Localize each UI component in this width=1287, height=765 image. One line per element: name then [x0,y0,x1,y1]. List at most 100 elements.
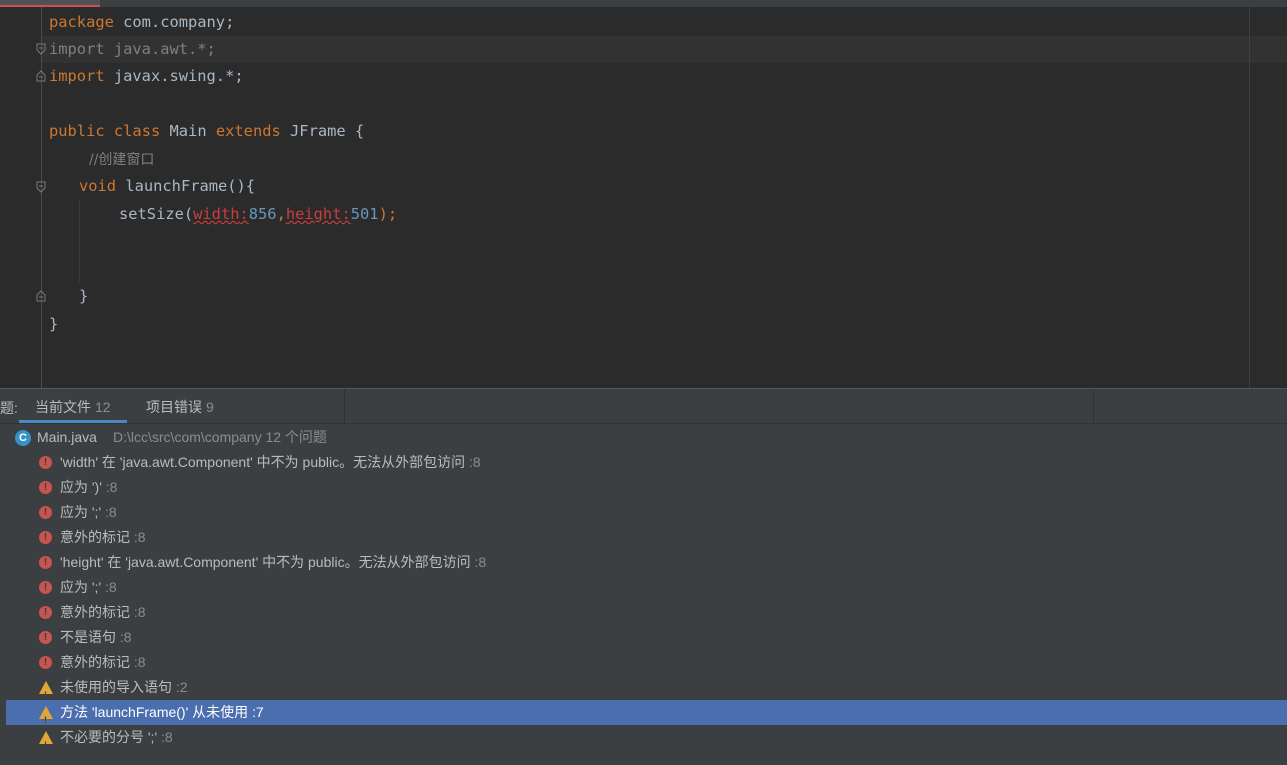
param-hint-width: width [193,205,240,223]
tab-label: 当前文件 [35,399,91,415]
tab-current-file[interactable]: 当前文件 12 [19,389,127,423]
error-icon: ! [39,531,52,544]
problem-item[interactable]: ! 应为 ';' :8 [6,500,1287,525]
problem-text: 不是语句 [60,629,116,645]
problem-item[interactable]: ! 未使用的导入语句 :2 [6,675,1287,700]
file-node[interactable]: C Main.java D:\lcc\src\com\company 12 个问… [0,425,1287,450]
fold-marker-icon[interactable] [35,43,47,55]
problem-item[interactable]: ! 应为 ')' :8 [6,475,1287,500]
param-colon: : [341,205,351,223]
fold-end-icon[interactable] [35,70,47,82]
editor-tab-strip [0,0,1287,7]
problem-line: :8 [105,579,117,595]
tab-count: 9 [206,399,214,415]
problem-text: 意外的标记 [60,529,130,545]
problems-tab-bar: 题: 当前文件 12 项目错误 9 [0,389,1287,424]
problem-message: 应为 ';' :8 [60,575,117,600]
code-line-comment[interactable]: //创建窗口 [89,146,154,173]
problem-line: :8 [105,479,118,495]
problem-item[interactable]: ! 意外的标记 :8 [6,525,1287,550]
keyword: import [49,67,105,85]
error-icon: ! [39,581,52,594]
problem-text: 不必要的分号 ';' [60,729,158,745]
error-icon: ! [39,656,52,669]
code-line-method-decl[interactable]: void launchFrame(){ [79,173,255,200]
problem-item[interactable]: ! 'height' 在 'java.awt.Component' 中不为 pub… [6,550,1287,575]
problem-text: 意外的标记 [60,604,130,620]
code-line-package[interactable]: package com.company; [49,9,234,36]
code-editor[interactable]: package com.company; import java.awt.*; … [0,0,1287,388]
problem-item[interactable]: ! 不必要的分号 ';' :8 [6,725,1287,750]
call-name: setSize( [119,205,194,223]
keyword: extends [215,122,281,140]
problem-item[interactable]: ! 意外的标记 :8 [6,600,1287,625]
problem-message: 应为 ';' :8 [60,500,117,525]
import-path: javax.swing.*; [104,67,244,85]
file-path: D:\lcc\src\com\company 12 个问题 [113,429,327,445]
problem-item[interactable]: ! 意外的标记 :8 [6,650,1287,675]
problem-line: :8 [133,529,146,545]
warning-icon: ! [39,706,53,725]
error-icon: ! [39,631,52,644]
class-name: Main [169,122,207,140]
package-name: com.company; [113,13,235,31]
problem-message: 'height' 在 'java.awt.Component' 中不为 publ… [60,550,486,575]
problem-text: 未使用的导入语句 [60,679,172,695]
error-icon: ! [39,456,52,469]
problem-item[interactable]: ! 方法 'launchFrame()' 从未使用 :7 [6,700,1287,725]
tab-count: 12 [95,399,111,415]
problem-line: :8 [161,729,173,745]
problem-line: :8 [474,554,487,570]
brace: } [49,315,59,333]
number-literal: 501 [350,205,379,223]
current-line-highlight [42,36,1287,63]
problem-line: :8 [119,629,132,645]
code-line-import-awt[interactable]: import java.awt.*; [49,36,216,63]
right-margin-guide [1249,7,1250,388]
import-path: java.awt.*; [104,40,216,58]
problem-item[interactable]: ! 应为 ';' :8 [6,575,1287,600]
error-icon: ! [39,556,52,569]
error-icon: ! [39,606,52,619]
problem-text: 意外的标记 [60,654,130,670]
code-line-class-decl[interactable]: public class Main extends JFrame { [49,118,364,145]
brace: } [79,287,89,305]
gutter-divider [41,7,42,388]
editor-tab[interactable] [0,0,100,7]
problem-message: 应为 ')' :8 [60,475,117,500]
problem-message: 不必要的分号 ';' :8 [60,725,173,750]
comment: //创建窗口 [89,152,155,168]
keyword: void [79,177,117,195]
file-name: Main.java [37,429,97,445]
problem-message: 意外的标记 :8 [60,600,146,625]
error-icon: ! [39,506,52,519]
tab-divider [344,389,345,423]
fold-marker-icon[interactable] [35,181,47,193]
keyword: class [113,122,161,140]
error-icon: ! [39,481,52,494]
problem-line: :8 [105,504,117,520]
problem-item[interactable]: ! 不是语句 :8 [6,625,1287,650]
problems-panel: 题: 当前文件 12 项目错误 9 C Main.java D:\lcc\src\c… [0,388,1287,765]
tab-divider [1093,389,1094,423]
code-line-import-swing[interactable]: import javax.swing.*; [49,63,244,90]
number-literal: 856 [248,205,277,223]
problem-message: 未使用的导入语句 :2 [60,675,188,700]
parent-class: JFrame { [290,122,365,140]
code-line-close-method[interactable]: } [79,283,88,310]
problem-line: :8 [133,604,146,620]
warning-icon: ! [39,681,53,700]
problem-item[interactable]: ! 'width' 在 'java.awt.Component' 中不为 publ… [6,450,1287,475]
code-line-setsize[interactable]: setSize(width:856,height:501); [119,201,397,228]
indent-guide [79,200,80,282]
param-colon: : [239,205,249,223]
warning-icon: ! [39,731,53,750]
problem-text: 方法 'launchFrame()' 从未使用 [60,704,249,720]
code-line-close-class[interactable]: } [49,311,58,338]
problem-text: 应为 ';' [60,579,102,595]
fold-end-icon[interactable] [35,290,47,302]
tab-project-errors[interactable]: 项目错误 9 [130,389,230,423]
problem-message: 不是语句 :8 [60,625,132,650]
java-class-icon: C [15,430,31,446]
param-hint-height: height [285,205,342,223]
